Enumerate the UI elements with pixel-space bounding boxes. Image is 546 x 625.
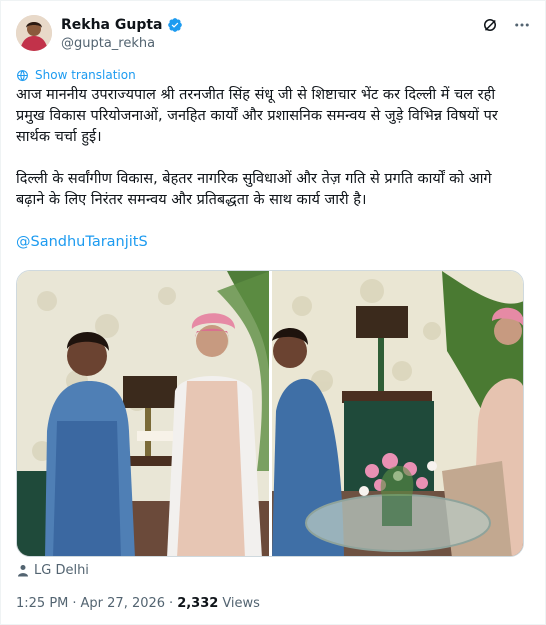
author-name-row[interactable]: Rekha Gupta [61,16,183,34]
globe-icon [17,69,28,81]
meta-separator-2: · [169,596,174,611]
verified-badge-icon [167,18,182,32]
post-time[interactable]: 1:25 PM [16,596,68,611]
post-text: आज माननीय उपराज्यपाल श्री तरनजीत सिंह सं… [16,85,521,253]
author-display-name[interactable]: Rekha Gupta [61,16,163,34]
grok-icon[interactable] [481,16,499,34]
post-header: Rekha Gupta @gupta_rekha [16,13,531,53]
author-handle[interactable]: @gupta_rekha [61,35,183,53]
views-count: 2,332 [177,596,219,611]
show-translation-link[interactable]: Show translation [16,68,136,82]
photo-1[interactable] [17,271,269,556]
author-names: Rekha Gupta @gupta_rekha [61,16,183,53]
media-gallery [16,270,524,557]
mention-link[interactable]: @SandhuTaranjitS [16,232,521,253]
header-actions [481,16,531,34]
photo-2[interactable] [271,271,523,556]
views-label: Views [222,596,260,611]
show-translation-label[interactable]: Show translation [35,68,136,82]
meta-separator: · [72,596,77,611]
post-meta: 1:25 PM · Apr 27, 2026 · 2,332 Views [16,596,260,611]
post-paragraph-2: दिल्ली के सर्वांगीण विकास, बेहतर नागरिक … [16,171,492,208]
post-paragraph-1: आज माननीय उपराज्यपाल श्री तरनजीत सिंह सं… [16,87,498,145]
avatar[interactable] [16,15,52,51]
location-label[interactable]: LG Delhi [34,563,89,578]
post-card: Rekha Gupta @gupta_rekha Show translatio… [0,0,546,625]
more-options-icon[interactable] [513,16,531,34]
location-tag[interactable]: LG Delhi [17,563,89,578]
post-date[interactable]: Apr 27, 2026 [81,596,166,611]
person-location-icon [18,565,28,577]
